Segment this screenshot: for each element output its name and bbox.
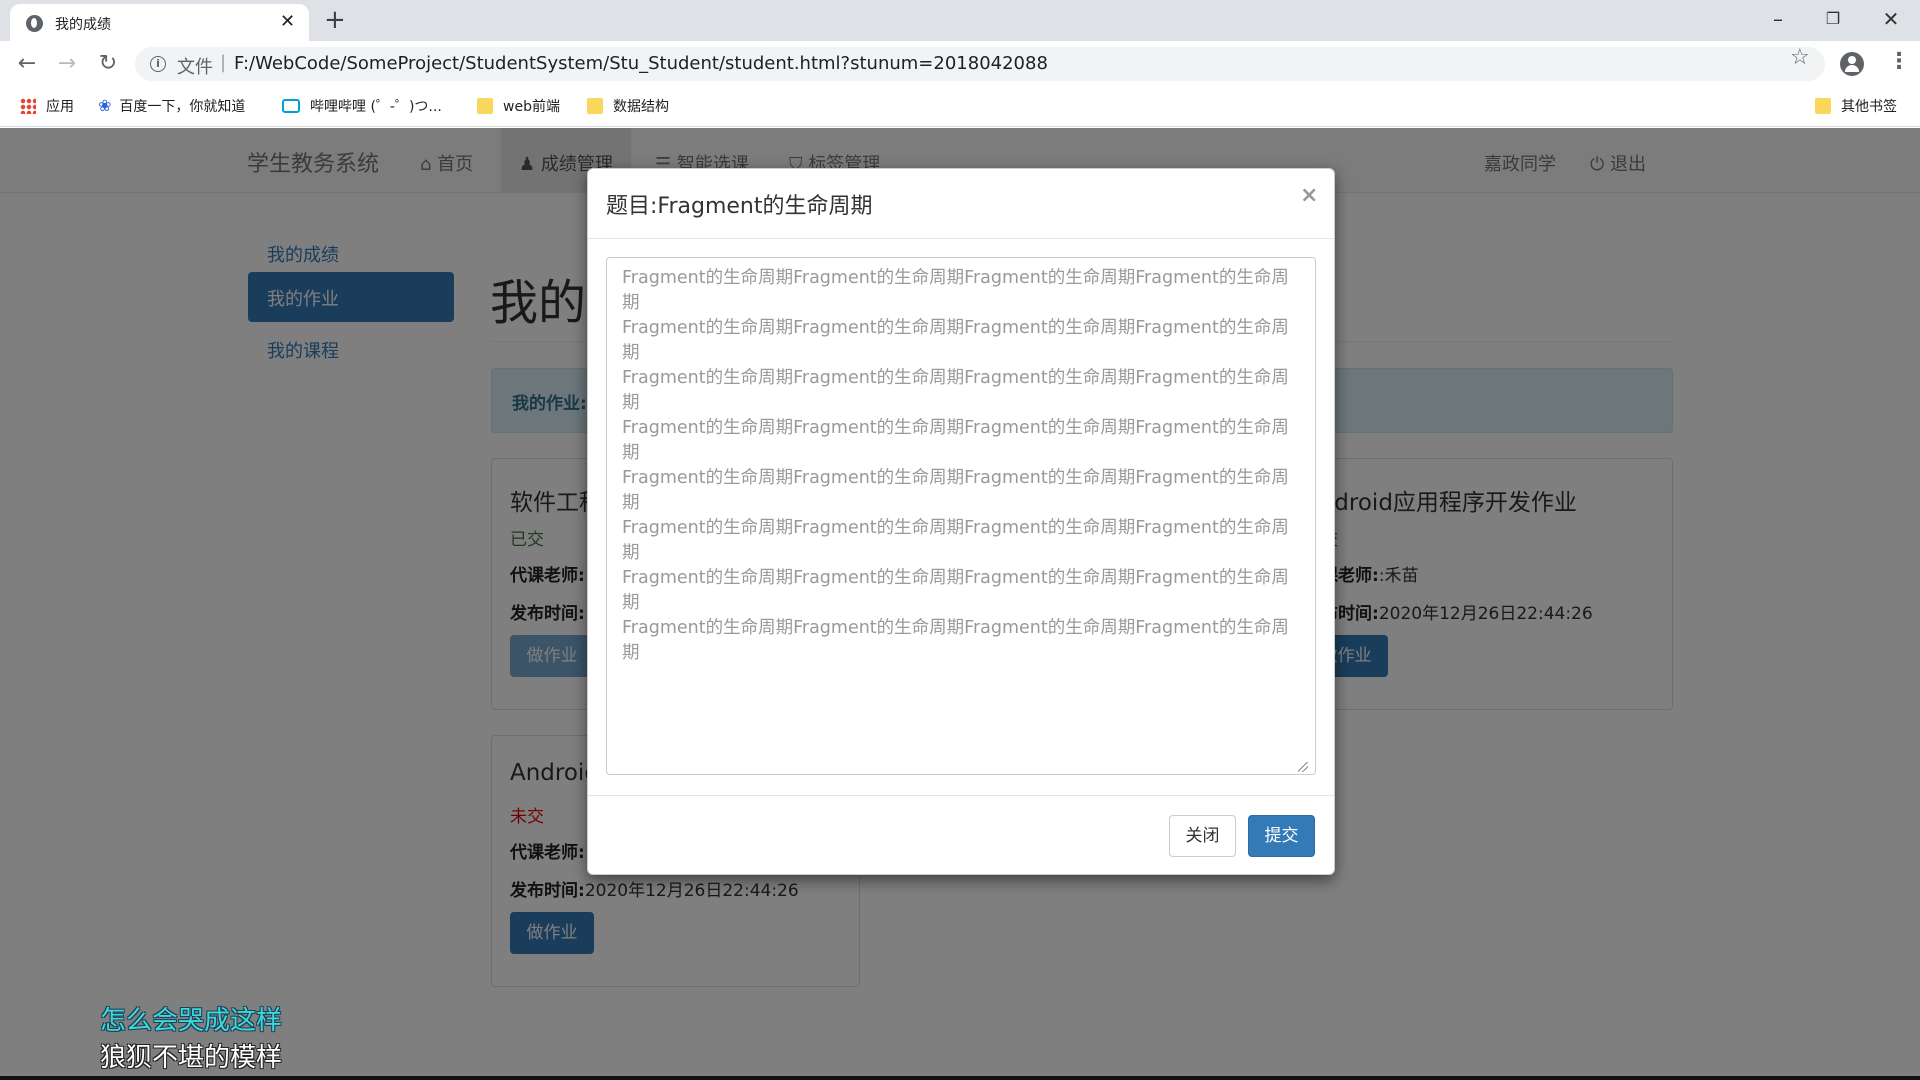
bookmark-web-frontend[interactable]: web前端	[477, 96, 560, 116]
browser-menu-icon[interactable]: ⋮	[1888, 50, 1910, 74]
restore-icon[interactable]: ❐	[1813, 4, 1853, 34]
folder-icon	[1815, 98, 1831, 114]
bottom-strip	[0, 1076, 1920, 1080]
modal-title: 题目:Fragment的生命周期	[606, 194, 873, 219]
forward-arrow-icon[interactable]: →	[52, 49, 82, 79]
homework-modal: 题目:Fragment的生命周期 × Fragment的生命周期Fragment…	[587, 168, 1335, 875]
bookmark-data-structures[interactable]: 数据结构	[587, 96, 669, 116]
submit-button[interactable]: 提交	[1248, 815, 1315, 857]
subtitle-line-2: 狼狈不堪的模样	[100, 1043, 283, 1073]
close-icon[interactable]: ×	[1300, 183, 1318, 208]
bookmark-baidu[interactable]: ❀ 百度一下，你就知道	[98, 96, 245, 116]
bookmark-label: 应用	[46, 99, 74, 115]
resize-handle-icon[interactable]	[1298, 762, 1308, 772]
modal-header: 题目:Fragment的生命周期 ×	[588, 169, 1334, 239]
info-icon[interactable]: i	[150, 56, 166, 72]
bookmark-label: web前端	[503, 99, 560, 115]
url-separator: |	[220, 52, 227, 73]
new-tab-icon[interactable]: +	[324, 6, 346, 34]
url-text[interactable]: F:/WebCode/SomeProject/StudentSystem/Stu…	[234, 53, 1048, 74]
subtitle-line-1: 怎么会哭成这样	[100, 1006, 283, 1036]
url-scheme: 文件	[177, 57, 213, 78]
browser-tab[interactable]: 我的成绩 ✕	[10, 4, 309, 41]
bilibili-tv-icon	[282, 99, 300, 113]
browser-toolbar: ← → ↻ i 文件 | F:/WebCode/SomeProject/Stud…	[0, 41, 1920, 86]
back-arrow-icon[interactable]: ←	[12, 49, 42, 79]
bookmark-label: 数据结构	[613, 99, 669, 115]
window-close-icon[interactable]: ✕	[1871, 4, 1911, 34]
profile-icon[interactable]	[1840, 52, 1864, 76]
reload-icon[interactable]: ↻	[93, 49, 123, 79]
bookmark-label: 百度一下，你就知道	[119, 99, 246, 115]
bookmark-label: 哔哩哔哩 (゜-゜)つ...	[310, 99, 442, 115]
bookmarks-bar: 应用 ❀ 百度一下，你就知道 哔哩哔哩 (゜-゜)つ... web前端 数据结构 …	[0, 86, 1920, 127]
minimize-icon[interactable]: –	[1758, 4, 1798, 34]
baidu-paw-icon: ❀	[98, 96, 112, 115]
address-bar[interactable]: i 文件 | F:/WebCode/SomeProject/StudentSys…	[135, 47, 1825, 81]
globe-icon	[26, 15, 43, 32]
apps-grid-icon	[20, 98, 36, 114]
bookmark-apps[interactable]: 应用	[20, 96, 74, 116]
bookmark-other[interactable]: 其他书签	[1815, 96, 1897, 116]
close-button[interactable]: 关闭	[1169, 815, 1236, 857]
bookmark-label: 其他书签	[1841, 99, 1897, 115]
answer-textarea[interactable]: Fragment的生命周期Fragment的生命周期Fragment的生命周期F…	[606, 257, 1316, 775]
bookmark-star-icon[interactable]: ☆	[1790, 45, 1810, 70]
tab-title: 我的成绩	[55, 17, 111, 33]
tab-close-icon[interactable]: ✕	[280, 12, 295, 32]
modal-footer: 关闭 提交	[588, 795, 1334, 875]
browser-tab-strip: 我的成绩 ✕ + – ❐ ✕	[0, 0, 1920, 41]
folder-icon	[587, 98, 603, 114]
folder-icon	[477, 98, 493, 114]
bookmark-bilibili[interactable]: 哔哩哔哩 (゜-゜)つ...	[282, 96, 442, 116]
